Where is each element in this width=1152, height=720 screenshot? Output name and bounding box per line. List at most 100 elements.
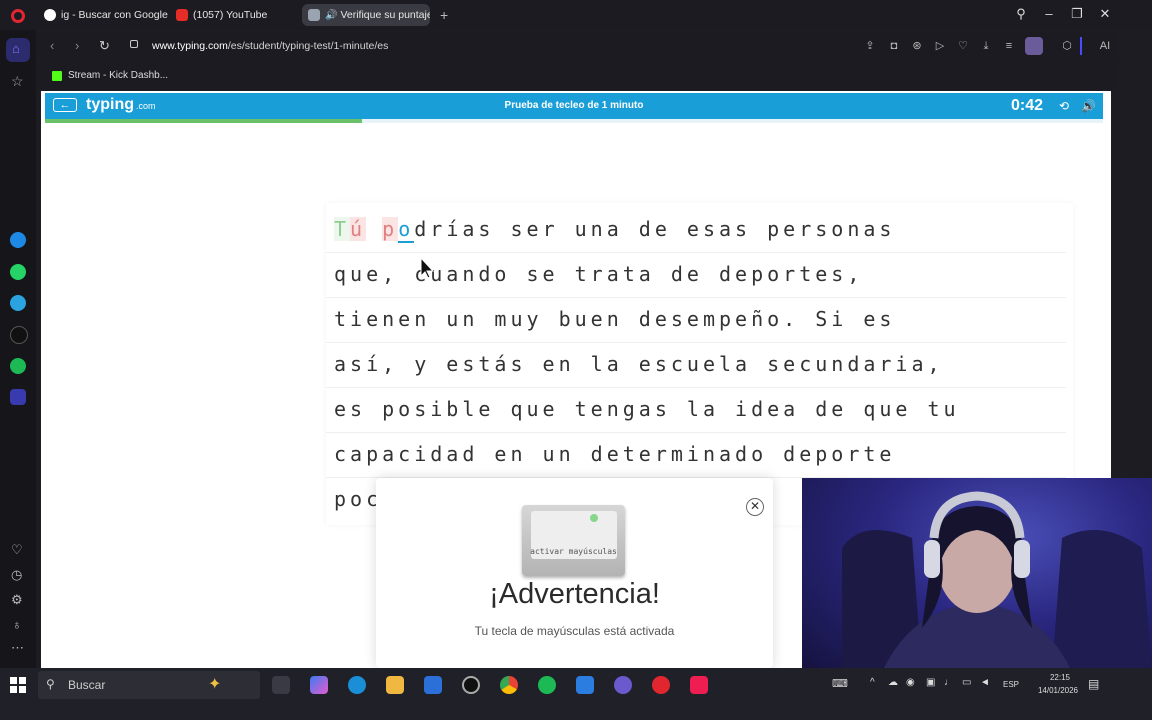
tab-label: ig - Buscar con Google — [61, 9, 168, 21]
spotify-icon[interactable] — [10, 358, 26, 374]
settings-gear-icon[interactable]: ⚙ — [11, 592, 23, 608]
tray-app-icon[interactable]: ◉ — [906, 677, 915, 688]
windows-start-icon[interactable] — [10, 677, 26, 693]
search-icon: ⚲ — [46, 677, 55, 691]
messenger-icon[interactable] — [10, 232, 26, 248]
network-icon[interactable]: ▭ — [962, 677, 971, 688]
spotify-taskbar-icon[interactable] — [538, 676, 556, 694]
extensions-icon[interactable]: ⬡ — [1061, 40, 1073, 52]
line-divider — [326, 297, 1066, 298]
url-domain: www.typing.com — [152, 40, 228, 52]
search-tabs-icon[interactable]: ⚲ — [1012, 6, 1030, 22]
youtube-icon — [176, 9, 188, 21]
typed-error: p — [382, 217, 399, 241]
forward-icon[interactable]: › — [75, 38, 79, 53]
line-divider — [326, 432, 1066, 433]
tab-label: Verifique su puntaje d — [340, 9, 430, 21]
google-icon — [44, 9, 56, 21]
back-icon[interactable]: ‹ — [50, 38, 54, 53]
clock-time[interactable]: 22:15 — [1040, 673, 1080, 682]
share-icon[interactable]: ⇪ — [864, 40, 876, 52]
play-icon[interactable]: ▷ — [934, 40, 946, 52]
bookmark-kick[interactable]: Stream - Kick Dashb... — [52, 70, 168, 81]
minimize-icon[interactable]: – — [1040, 6, 1058, 21]
file-explorer-icon[interactable] — [386, 676, 404, 694]
shield-icon[interactable]: ⊛ — [911, 40, 923, 52]
bookmarks-bar — [36, 62, 1118, 90]
telegram-icon[interactable] — [10, 295, 26, 311]
sound-icon[interactable]: 🔊 — [1081, 99, 1096, 113]
close-window-icon[interactable]: ✕ — [1096, 6, 1114, 22]
line-divider — [326, 342, 1066, 343]
notifications-icon[interactable]: ▤ — [1088, 677, 1099, 691]
tab-bar: ig - Buscar con Google (1057) YouTube 🔊 … — [0, 0, 1152, 30]
page-title: Prueba de tecleo de 1 minuto — [504, 100, 644, 111]
tray-device-icon[interactable]: ▣ — [926, 677, 935, 688]
tab-typing[interactable]: 🔊 Verifique su puntaje d — [302, 4, 430, 26]
whatsapp-icon[interactable] — [10, 264, 26, 280]
chrome-icon[interactable] — [500, 676, 518, 694]
tray-chevron-icon[interactable]: ^ — [870, 677, 875, 688]
player-icon[interactable] — [10, 389, 26, 405]
opera-taskbar-icon[interactable] — [652, 676, 670, 694]
typed-error: ú — [350, 217, 367, 241]
text-line-2: que, cuando se trata de deportes, — [334, 262, 864, 286]
opera-logo-icon[interactable] — [11, 9, 25, 23]
lock-icon — [130, 40, 138, 48]
url-field[interactable]: www.typing.com/es/student/typing-test/1-… — [152, 40, 388, 52]
bookmark-label: Stream - Kick Dashb... — [68, 70, 169, 81]
microphone-icon[interactable]: ♩ — [944, 677, 954, 688]
restore-icon[interactable]: ❐ — [1068, 6, 1086, 22]
download-icon[interactable]: ⤓ — [980, 40, 992, 52]
tab-youtube[interactable]: (1057) YouTube — [170, 4, 298, 26]
kick-icon — [52, 70, 62, 81]
app-blue-icon[interactable] — [576, 676, 594, 694]
discord-icon[interactable] — [614, 676, 632, 694]
progress-bar — [45, 119, 362, 123]
avatar[interactable] — [1025, 37, 1043, 55]
warning-title: ¡Advertencia! — [489, 578, 660, 610]
capslock-key-illustration: activar mayúsculas — [522, 505, 625, 576]
lightbulb-icon[interactable]: ♁ — [12, 617, 22, 632]
tiktok-taskbar-icon[interactable] — [690, 676, 708, 694]
text-line-7: poc — [334, 487, 383, 511]
copilot-sparkle-icon[interactable]: ✦ — [208, 674, 221, 694]
text-line-1: Tú podrías ser una de esas personas — [334, 217, 895, 243]
menu-icon[interactable]: ≡ — [1003, 40, 1015, 52]
task-view-icon[interactable] — [272, 676, 290, 694]
text-line-4: así, y estás en la escuela secundaria, — [334, 352, 944, 376]
onedrive-icon[interactable]: ☁ — [888, 677, 898, 688]
typing-text-area[interactable]: Tú podrías ser una de esas personas que,… — [326, 203, 1073, 525]
home-icon[interactable]: ⌂ — [6, 38, 30, 62]
keyboard-icon[interactable]: ⌨ — [832, 677, 848, 690]
key-label: activar mayúsculas — [530, 547, 617, 556]
star-icon[interactable]: ☆ — [11, 73, 24, 90]
restart-icon[interactable]: ⟲ — [1059, 99, 1069, 113]
line-divider — [326, 252, 1066, 253]
camera-icon[interactable]: ◘ — [888, 40, 900, 52]
speaker-icon[interactable]: 🔊 — [325, 10, 337, 21]
divider — [1080, 37, 1082, 55]
new-tab-plus-icon[interactable]: + — [440, 8, 448, 22]
tab-google[interactable]: ig - Buscar con Google — [38, 4, 168, 26]
reload-icon[interactable]: ↻ — [99, 38, 110, 54]
copilot-icon[interactable] — [310, 676, 328, 694]
language-indicator[interactable]: ESP — [1003, 680, 1019, 689]
steam-icon[interactable] — [462, 676, 480, 694]
volume-icon[interactable]: ◄ — [980, 677, 990, 688]
ai-button[interactable]: AI — [1094, 40, 1116, 52]
current-char: o — [398, 217, 415, 243]
search-placeholder: Buscar — [68, 678, 106, 692]
store-icon[interactable] — [424, 676, 442, 694]
typed-correct: T — [334, 217, 351, 241]
close-dialog-button[interactable]: ✕ — [746, 498, 764, 516]
clock-date[interactable]: 14/01/2026 — [1028, 686, 1088, 695]
text-line-5: es posible que tengas la idea de que tu — [334, 397, 960, 421]
tiktok-icon[interactable] — [10, 326, 28, 344]
heart-icon[interactable]: ♡ — [11, 542, 23, 558]
more-icon[interactable]: ⋯ — [11, 640, 24, 656]
webcam-overlay — [802, 478, 1152, 672]
edge-icon[interactable] — [348, 676, 366, 694]
history-icon[interactable]: ◷ — [11, 567, 22, 583]
heart-toolbar-icon[interactable]: ♡ — [957, 40, 969, 52]
